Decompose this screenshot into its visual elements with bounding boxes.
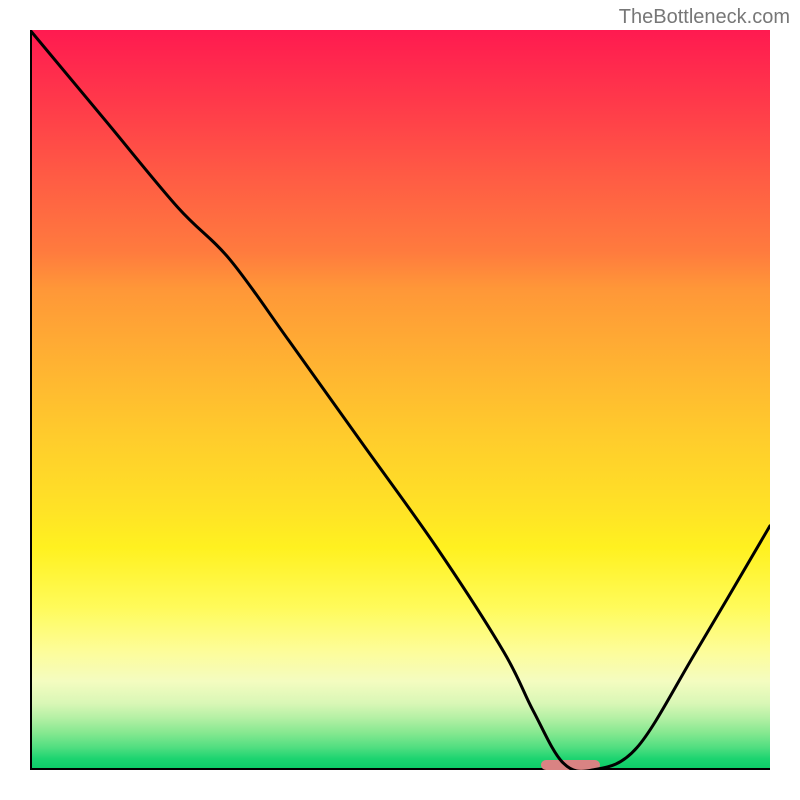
bottleneck-chart: TheBottleneck.com xyxy=(0,0,800,800)
bottleneck-curve xyxy=(30,30,770,770)
curve-plot xyxy=(30,30,770,770)
watermark-text: TheBottleneck.com xyxy=(619,6,790,29)
